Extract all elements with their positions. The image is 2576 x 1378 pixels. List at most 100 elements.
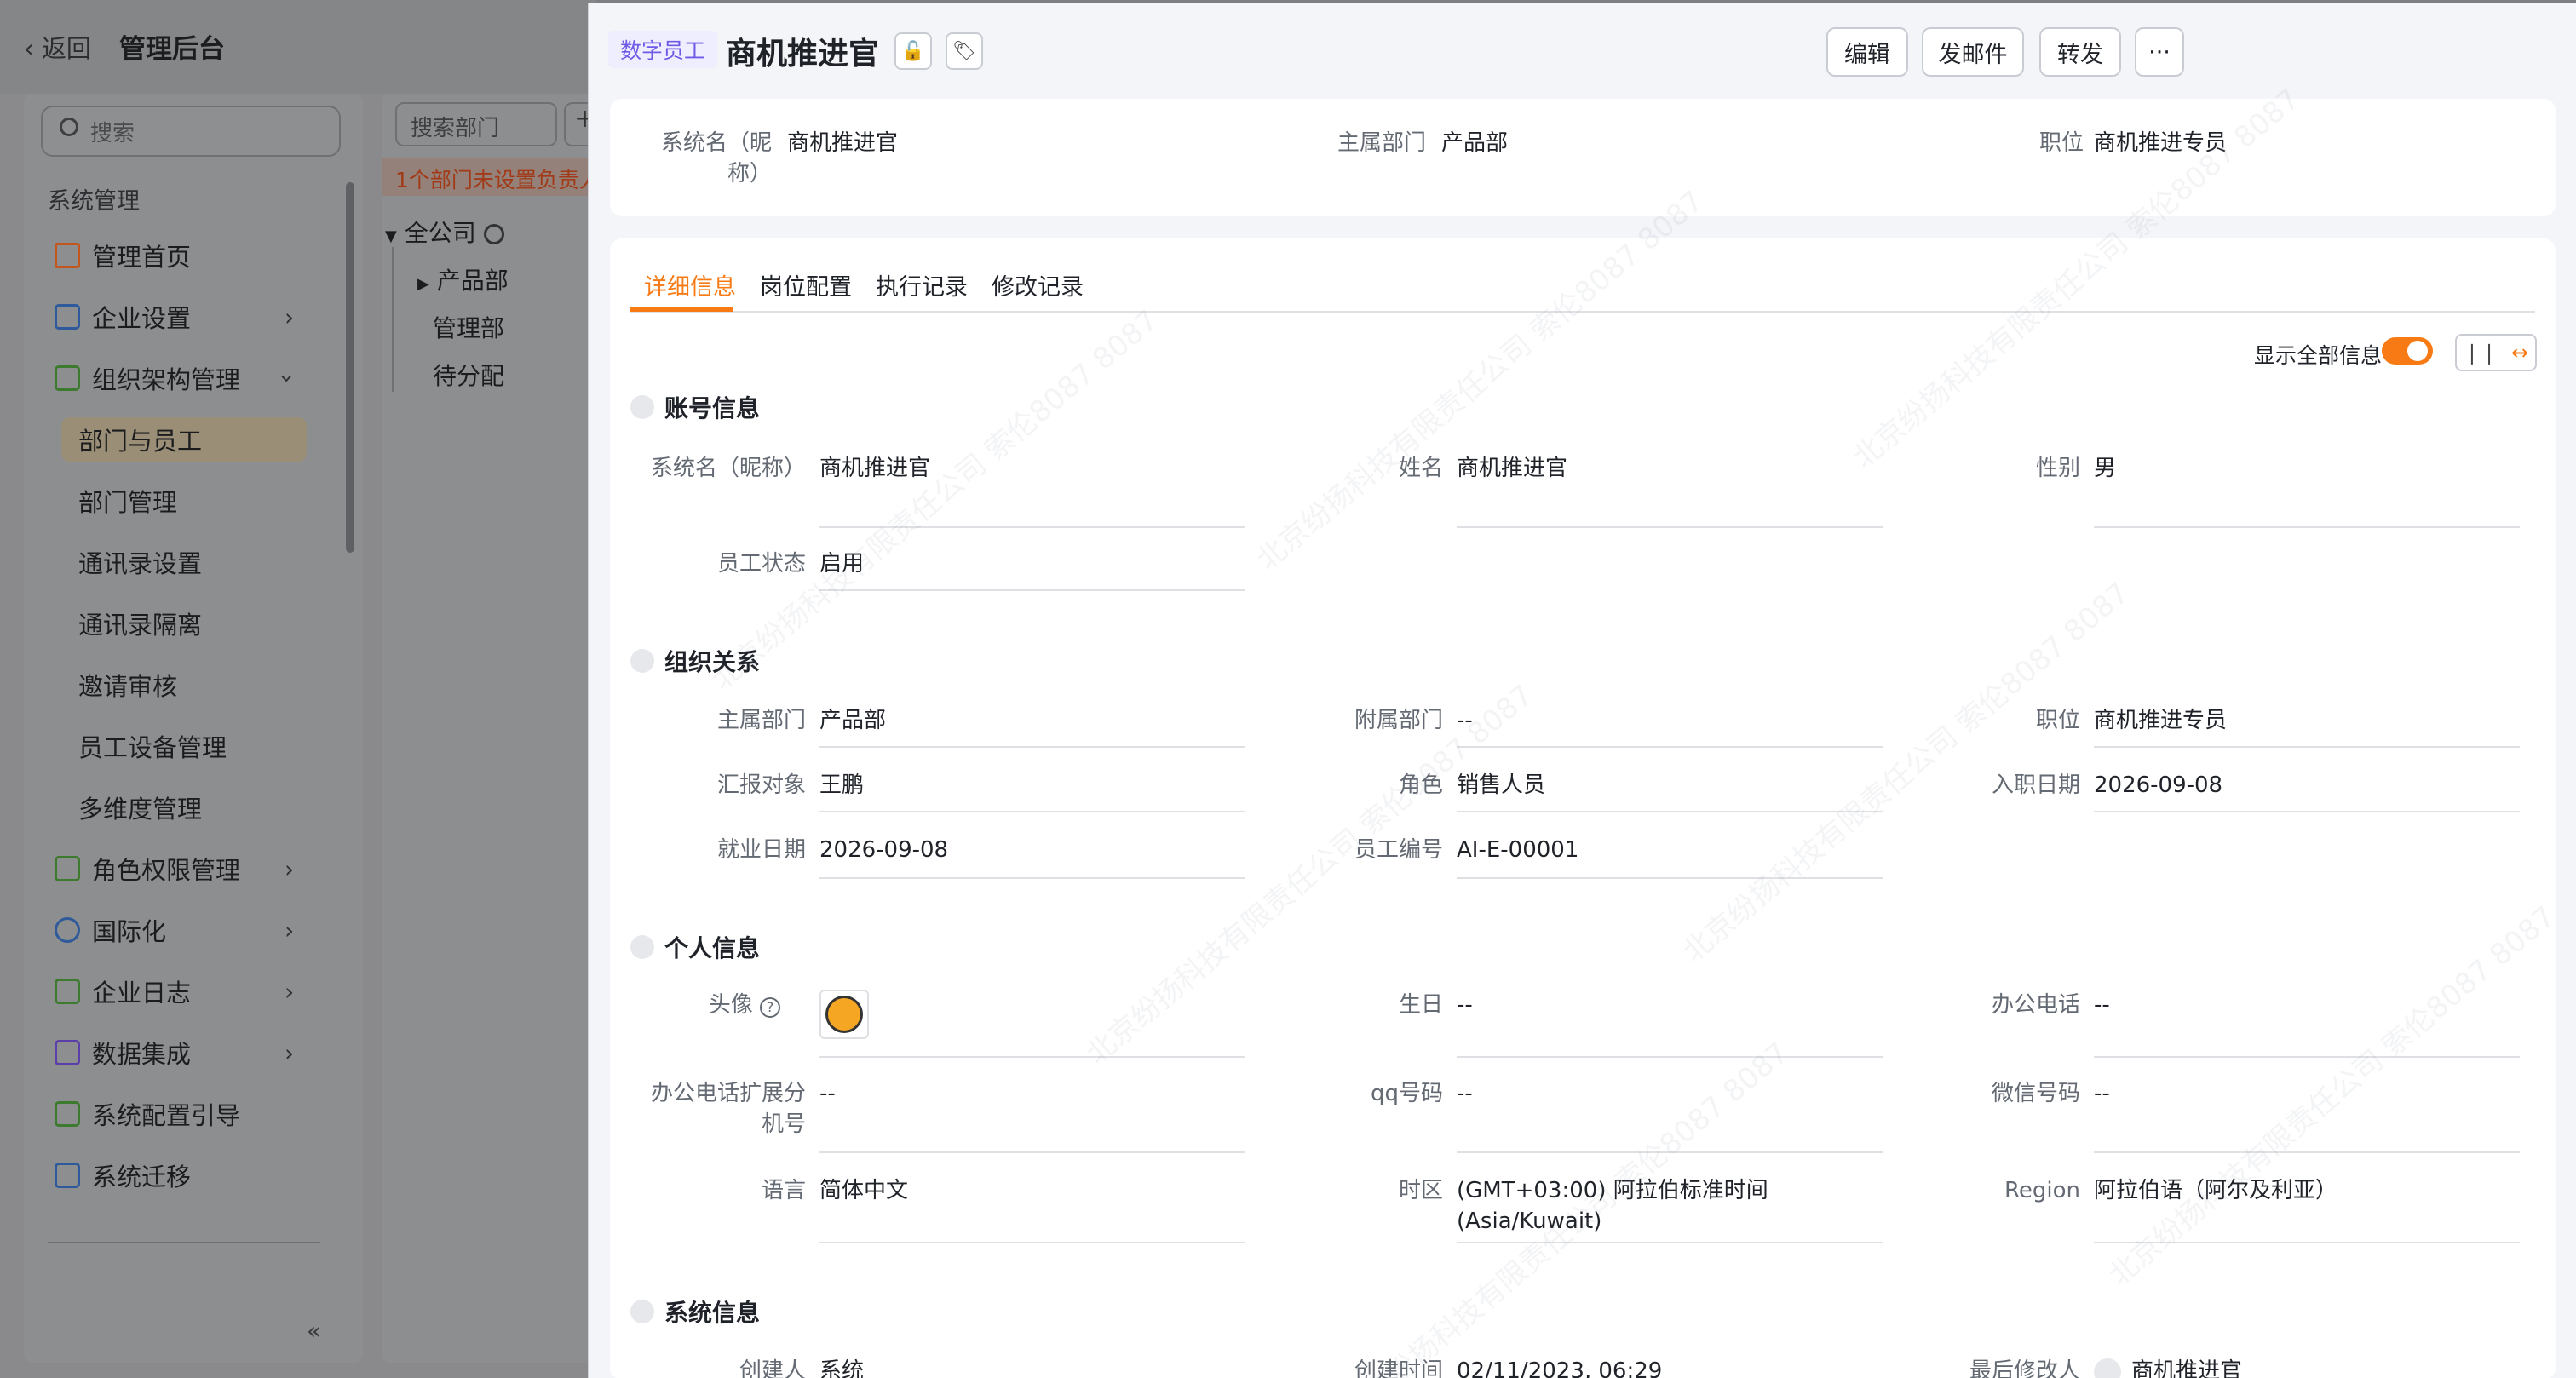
section-system: 系统信息 xyxy=(630,1295,760,1329)
field-value: 商机推进官 xyxy=(819,456,931,481)
field-underline xyxy=(1457,877,1883,879)
field-value: 2026-09-08 xyxy=(819,837,949,863)
chevron-down-icon: › xyxy=(273,373,302,383)
field-label: Region xyxy=(2004,1178,2080,1203)
tab-change-log[interactable]: 修改记录 xyxy=(992,268,1084,301)
toggle-knob xyxy=(2407,341,2428,361)
field-label: 就业日期 xyxy=(716,837,806,863)
chevron-right-icon: › xyxy=(285,1038,295,1067)
field-value: 王鹏 xyxy=(819,772,865,798)
field-underline xyxy=(1457,1056,1883,1058)
section-account: 账号信息 xyxy=(630,390,760,424)
tab-detail[interactable]: 详细信息 xyxy=(644,268,736,301)
target-icon xyxy=(483,224,504,244)
field-label: 时区 xyxy=(1398,1178,1443,1203)
org-tree-icon xyxy=(55,365,80,391)
dept-warning-text: 1个部门未设置负责人 xyxy=(395,168,601,192)
sidebar-item-data[interactable]: 数据集成 › xyxy=(55,1031,294,1075)
sidebar-item-org[interactable]: 组织架构管理 › xyxy=(55,356,302,400)
expand-width-icon: ↔ xyxy=(2510,341,2529,365)
more-button[interactable]: ··· xyxy=(2135,27,2184,77)
dept-search-placeholder: 搜索部门 xyxy=(411,116,500,141)
field-value: -- xyxy=(819,1081,836,1106)
sidebar-item-migrate[interactable]: 系统迁移 xyxy=(55,1153,191,1197)
field-label: 微信号码 xyxy=(1991,1081,2080,1106)
migrate-icon xyxy=(55,1163,80,1188)
guide-icon xyxy=(55,1101,80,1127)
field-label: 语言 xyxy=(761,1178,806,1203)
field-label: qq号码 xyxy=(1370,1081,1443,1106)
collapse-dot-icon[interactable] xyxy=(630,395,654,419)
field-value: 男 xyxy=(2094,456,2117,481)
field-label: 员工状态 xyxy=(716,551,806,577)
sidebar-item-guide[interactable]: 系统配置引导 xyxy=(55,1092,240,1136)
employee-title: 商机推进官 xyxy=(726,37,880,72)
sidebar-item-home[interactable]: 管理首页 xyxy=(55,233,191,278)
digital-employee-badge: 数字员工 xyxy=(608,31,718,68)
field-value: 简体中文 xyxy=(819,1178,909,1203)
field-underline xyxy=(1457,526,1883,528)
layout-switch[interactable]: ❘❘ ↔ xyxy=(2455,334,2537,371)
field-label: 主属部门 xyxy=(716,708,806,733)
send-email-button[interactable]: 发邮件 xyxy=(1922,27,2024,77)
field-underline xyxy=(2094,1151,2520,1153)
sidebar-sub-devices[interactable]: 员工设备管理 xyxy=(78,724,227,768)
field-value: 系统 xyxy=(819,1358,865,1378)
collapse-icon[interactable]: « xyxy=(307,1317,321,1345)
sidebar-sub-contacts[interactable]: 通讯录设置 xyxy=(78,540,202,584)
tree-node-product[interactable]: ▶ 产品部 xyxy=(417,262,509,296)
lock-icon[interactable]: 🔓 xyxy=(894,32,932,70)
tree-node-management[interactable]: 管理部 xyxy=(433,310,504,344)
sidebar-scrollbar[interactable] xyxy=(346,182,354,553)
field-underline xyxy=(2094,526,2520,528)
columns-icon: ❘❘ xyxy=(2463,341,2498,365)
building-settings-icon xyxy=(55,304,80,330)
log-icon xyxy=(55,979,80,1004)
sidebar-sub-dept-employee[interactable]: 部门与员工 xyxy=(61,417,307,462)
sidebar-divider xyxy=(48,1242,320,1243)
search-input[interactable] xyxy=(41,106,341,157)
collapse-dot-icon[interactable] xyxy=(630,1300,654,1323)
field-label: 汇报对象 xyxy=(716,772,806,798)
field-value: 商机推进官 xyxy=(2094,1356,2520,1378)
sidebar-item-roles[interactable]: 角色权限管理 › xyxy=(55,847,294,891)
help-icon[interactable]: ? xyxy=(760,997,780,1018)
tree-node-unassigned[interactable]: 待分配 xyxy=(433,358,504,392)
tag-icon[interactable]: 🏷 xyxy=(946,32,983,70)
field-label: 入职日期 xyxy=(1991,772,2080,798)
sidebar-sub-dept-manage[interactable]: 部门管理 xyxy=(78,479,177,523)
tab-exec-log[interactable]: 执行记录 xyxy=(876,268,968,301)
field-underline xyxy=(819,877,1245,879)
field-label: 生日 xyxy=(1398,992,1443,1018)
caret-right-icon: ▶ xyxy=(417,275,429,293)
search-placeholder: 搜索 xyxy=(90,121,135,146)
sidebar-item-i18n[interactable]: 国际化 › xyxy=(55,908,294,952)
sidebar-sub-isolation[interactable]: 通讯录隔离 xyxy=(78,601,202,646)
section-title: 系统管理 xyxy=(48,188,140,215)
tab-post-config[interactable]: 岗位配置 xyxy=(760,268,852,301)
avatar[interactable] xyxy=(819,990,869,1039)
tree-node-root[interactable]: ▼ 全公司 xyxy=(385,215,504,249)
collapse-dot-icon[interactable] xyxy=(630,649,654,673)
home-icon xyxy=(55,243,80,268)
field-underline xyxy=(2094,1056,2520,1058)
field-label: 办公电话扩展分机号 xyxy=(650,1081,806,1137)
collapse-dot-icon[interactable] xyxy=(630,935,654,959)
field-underline xyxy=(819,1151,1245,1153)
field-label: 附属部门 xyxy=(1354,708,1443,733)
forward-button[interactable]: 转发 xyxy=(2039,27,2121,77)
field-value: 销售人员 xyxy=(1457,772,1546,798)
role-permission-icon xyxy=(55,856,80,881)
chevron-right-icon: › xyxy=(285,977,295,1006)
sidebar-item-enterprise[interactable]: 企业设置 › xyxy=(55,295,294,339)
field-underline xyxy=(819,589,1245,591)
field-label: 办公电话 xyxy=(1991,992,2080,1018)
sidebar-sub-invite[interactable]: 邀请审核 xyxy=(78,663,177,707)
field-value: 02/11/2023, 06:29 xyxy=(1457,1358,1663,1378)
back-button[interactable]: ‹ 返回 xyxy=(24,29,91,65)
sidebar-item-logs[interactable]: 企业日志 › xyxy=(55,969,294,1013)
section-personal: 个人信息 xyxy=(630,930,760,964)
sidebar-sub-multidim[interactable]: 多维度管理 xyxy=(78,785,202,830)
edit-button[interactable]: 编辑 xyxy=(1826,27,1908,77)
field-underline xyxy=(2094,746,2520,748)
